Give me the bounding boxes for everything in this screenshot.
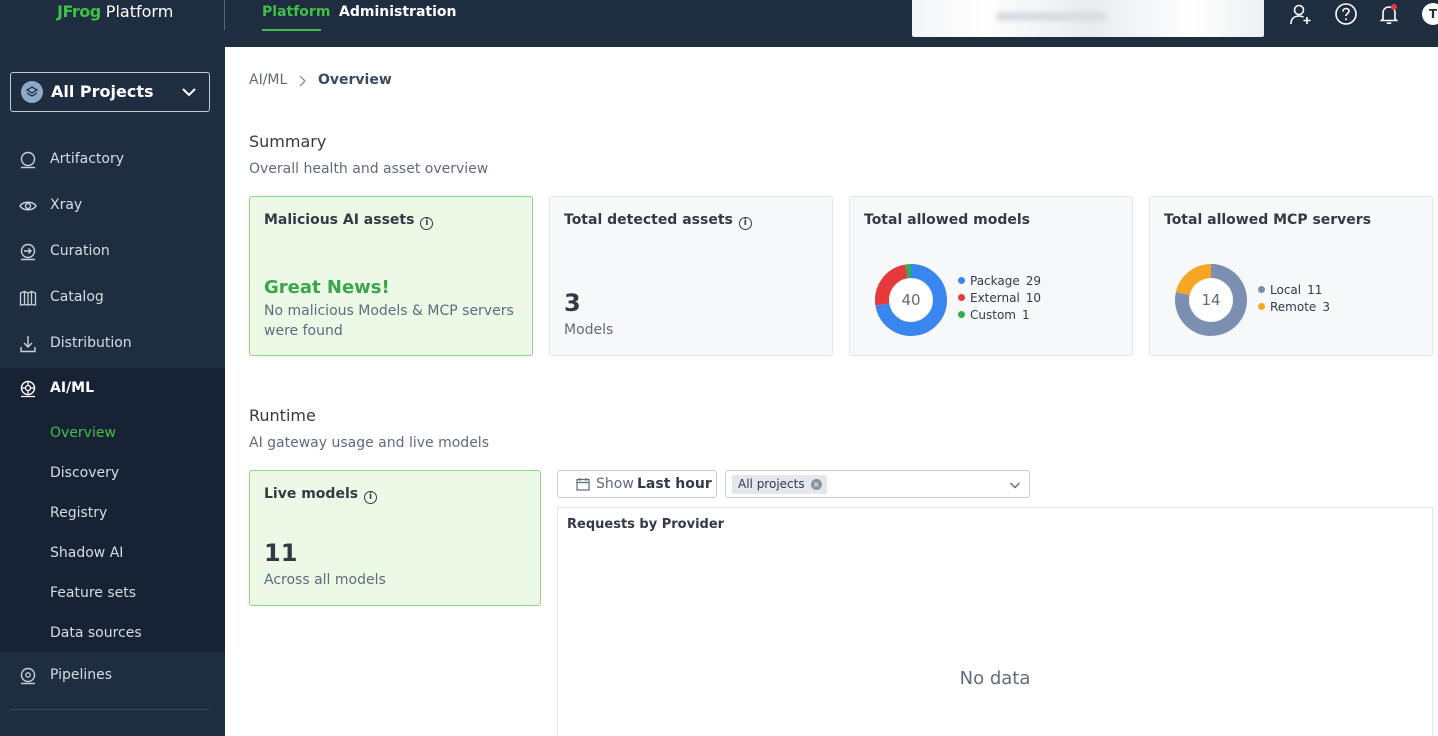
- sidebar-subitem-registry[interactable]: Registry: [50, 505, 107, 521]
- main-content: AI/ML Overview Summary Overall health an…: [225, 47, 1438, 736]
- mcp-donut-total: 14: [1201, 291, 1220, 309]
- sidebar-subitem-overview[interactable]: Overview: [50, 425, 116, 441]
- sidebar-subitem-discovery[interactable]: Discovery: [50, 465, 119, 481]
- live-models-count: 11: [264, 539, 298, 567]
- detected-assets-card: Total detected assets i 3 Models: [549, 196, 833, 356]
- user-avatar[interactable]: T: [1422, 3, 1438, 25]
- project-filter-select[interactable]: All projects ×: [725, 470, 1030, 498]
- sidebar-item-aiml[interactable]: AI/ML: [0, 368, 225, 410]
- legend-item-external: External 10: [958, 291, 1041, 308]
- sidebar-item-label: AI/ML: [50, 380, 95, 396]
- sidebar-subitem-feature-sets[interactable]: Feature sets: [50, 585, 136, 601]
- logo-product: Platform: [105, 2, 174, 21]
- active-tab-indicator: [262, 29, 321, 31]
- info-icon[interactable]: i: [364, 491, 378, 504]
- sidebar-item-artifactory[interactable]: Artifactory: [0, 139, 225, 181]
- curation-icon: [20, 243, 36, 261]
- tab-platform[interactable]: Platform: [262, 4, 330, 20]
- mcp-donut-chart: 14: [1175, 264, 1247, 336]
- legend-item-package: Package 29: [958, 274, 1041, 291]
- detected-assets-count: 3: [564, 289, 581, 317]
- chip-remove-icon[interactable]: ×: [810, 479, 822, 490]
- time-range-label: Show: [596, 476, 634, 492]
- card-title: Malicious AI assets i: [264, 212, 434, 230]
- sidebar-item-label: Pipelines: [50, 667, 113, 683]
- calendar-icon: [576, 478, 590, 491]
- sidebar-item-distribution[interactable]: Distribution: [0, 323, 225, 365]
- search-bar-redacted[interactable]: [912, 0, 1264, 37]
- project-chip: All projects ×: [732, 475, 827, 494]
- legend-item-remote: Remote 3: [1258, 300, 1330, 317]
- models-donut-chart: 40: [875, 264, 947, 336]
- sidebar-item-xray[interactable]: Xray: [0, 185, 225, 227]
- card-title: Live models i: [264, 486, 378, 504]
- mcp-legend: Local 11 Remote 3: [1258, 283, 1330, 317]
- models-legend: Package 29 External 10 Custom 1: [958, 274, 1041, 325]
- live-models-card: Live models i 11 Across all models: [249, 470, 541, 606]
- sidebar-section-aiml: AI/ML Overview Discovery Registry Shadow…: [0, 368, 225, 652]
- runtime-subtitle: AI gateway usage and live models: [249, 435, 489, 451]
- project-chip-label: All projects: [738, 477, 805, 491]
- chevron-down-icon: [1010, 482, 1020, 489]
- logo-brand: JFrog: [57, 2, 101, 21]
- card-title: Total allowed MCP servers: [1164, 212, 1372, 228]
- sidebar-item-label: Xray: [50, 197, 83, 213]
- sidebar-item-curation[interactable]: Curation: [0, 231, 225, 273]
- allowed-models-card: Total allowed models 40 Package 29 Extern…: [849, 196, 1133, 356]
- sidebar-divider: [10, 709, 209, 710]
- card-title: Total allowed models: [864, 212, 1030, 228]
- notification-bell-icon[interactable]: [1377, 2, 1401, 26]
- summary-title: Summary: [249, 132, 327, 151]
- jfrog-logo[interactable]: JFrog Platform: [57, 2, 173, 21]
- runtime-title: Runtime: [249, 406, 316, 425]
- top-divider: [224, 0, 225, 30]
- card-title: Total detected assets i: [564, 212, 752, 230]
- detected-assets-unit: Models: [564, 322, 614, 338]
- models-donut-total: 40: [901, 291, 920, 309]
- tab-administration[interactable]: Administration: [339, 4, 456, 20]
- legend-item-local: Local 11: [1258, 283, 1330, 300]
- sidebar-item-label: Distribution: [50, 335, 132, 351]
- breadcrumb-parent[interactable]: AI/ML: [249, 72, 287, 88]
- distribution-icon: [20, 336, 36, 353]
- project-selector-label: All Projects: [51, 82, 154, 101]
- help-icon[interactable]: [1334, 2, 1358, 26]
- sidebar-item-pipelines[interactable]: Pipelines: [0, 655, 225, 697]
- sidebar-item-label: Catalog: [50, 289, 104, 305]
- catalog-icon: [19, 290, 37, 306]
- chart-title: Requests by Provider: [567, 517, 725, 532]
- top-bar: JFrog Platform Platform Administration T: [0, 0, 1438, 47]
- great-news-headline: Great News!: [264, 277, 390, 298]
- legend-item-custom: Custom 1: [958, 308, 1041, 325]
- chevron-right-icon: [299, 75, 306, 87]
- chevron-down-icon: [182, 88, 196, 97]
- project-selector[interactable]: All Projects: [10, 72, 210, 112]
- sidebar-item-catalog[interactable]: Catalog: [0, 277, 225, 319]
- add-user-icon[interactable]: [1289, 2, 1313, 26]
- time-range-button[interactable]: Show Last hour: [557, 470, 717, 498]
- mcp-servers-card: Total allowed MCP servers 14 Local 11 Rem…: [1149, 196, 1433, 356]
- live-models-unit: Across all models: [264, 572, 386, 588]
- info-icon[interactable]: i: [420, 217, 434, 230]
- requests-by-provider-panel: Requests by Provider No data: [557, 507, 1433, 736]
- projects-icon: [21, 81, 43, 103]
- no-data-message: No data: [959, 668, 1031, 689]
- malicious-assets-card: Malicious AI assets i Great News! No mali…: [249, 196, 533, 356]
- sidebar-item-label: Artifactory: [50, 151, 125, 167]
- sidebar: All Projects Artifactory Xray Curation C…: [0, 47, 225, 736]
- breadcrumb-current: Overview: [318, 72, 392, 88]
- great-news-message: No malicious Models & MCP servers were f…: [264, 303, 514, 339]
- pipelines-icon: [20, 667, 36, 685]
- artifactory-icon: [20, 151, 36, 169]
- sidebar-item-label: Curation: [50, 243, 110, 259]
- summary-subtitle: Overall health and asset overview: [249, 161, 489, 177]
- sidebar-subitem-data-sources[interactable]: Data sources: [50, 625, 142, 641]
- sidebar-subitem-shadow-ai[interactable]: Shadow AI: [50, 545, 123, 561]
- ai-ml-icon: [20, 380, 36, 398]
- info-icon[interactable]: i: [738, 217, 752, 230]
- eye-icon: [19, 201, 37, 211]
- time-range-value: Last hour: [637, 476, 712, 492]
